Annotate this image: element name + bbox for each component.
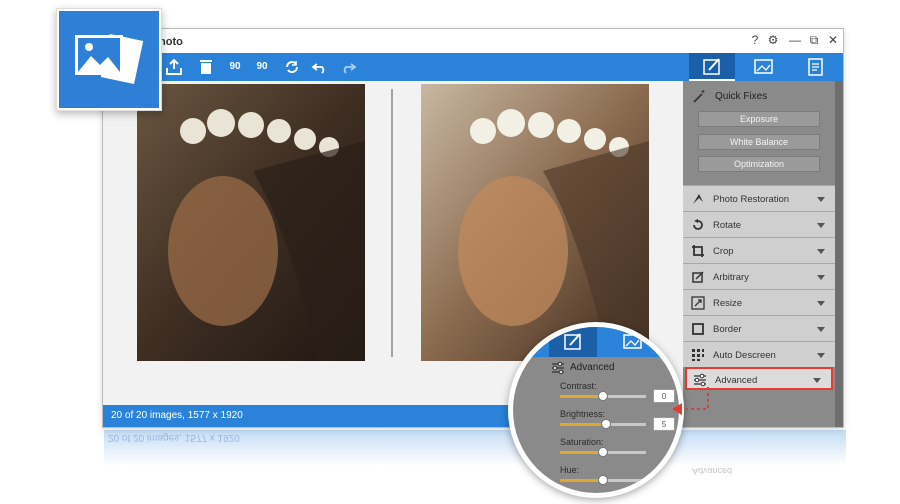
section-arbitrary[interactable]: Arbitrary [683,263,835,289]
brightness-slider-fill [560,423,606,426]
exposure-button[interactable]: Exposure [698,111,820,127]
optimization-button[interactable]: Optimization [698,156,820,172]
saturation-label: Saturation: [560,437,604,447]
magnifier-tab-edit[interactable] [549,327,597,357]
chevron-down-icon [817,275,825,280]
restore-button[interactable]: ⧉ [806,33,822,48]
rotate-left-90-button[interactable]: 90 [223,58,247,76]
title-bar: hoto ? ⚙ — ⧉ ✕ [103,29,843,53]
tab-edit[interactable] [689,53,735,81]
reflection-status-text: 20 of 20 images, 1577 x 1920 [108,432,240,443]
sync-icon[interactable] [281,56,303,78]
border-icon [691,322,705,336]
close-button[interactable]: ✕ [825,33,841,47]
settings-gear-icon[interactable]: ⚙ [765,33,781,47]
app-window: hoto ? ⚙ — ⧉ ✕ 90 90 20 of 20 images, 15… [102,28,844,428]
section-label: Arbitrary [713,272,749,283]
white-balance-button[interactable]: White Balance [698,134,820,150]
hue-label: Hue: [560,465,580,475]
section-label: Resize [713,298,743,309]
section-rotate[interactable]: Rotate [683,211,835,237]
export-icon[interactable] [163,56,185,78]
restoration-icon [691,192,705,206]
brightness-slider-handle[interactable] [600,419,611,429]
magic-wand-icon [691,89,707,110]
section-label: Advanced [715,375,758,386]
magnifier-tab-bar [513,327,679,357]
original-photo [137,84,365,361]
section-crop[interactable]: Crop [683,237,835,263]
chevron-down-icon [813,378,821,383]
brightness-slider[interactable] [560,419,646,429]
processed-photo [421,84,649,361]
minimize-button[interactable]: — [787,33,803,47]
quick-fixes-title: Quick Fixes [715,91,768,102]
delete-icon[interactable] [195,56,217,78]
reflection-panel-text: Advanced [692,466,733,476]
window-title: hoto [159,36,183,48]
section-label: Rotate [713,220,741,231]
brightness-label: Brightness: [560,409,606,419]
tab-enhance[interactable] [741,53,787,81]
sliders-icon [551,361,565,380]
section-label: Auto Descreen [713,350,776,361]
saturation-slider-fill [560,451,603,454]
hue-slider-handle[interactable] [598,475,608,485]
redo-icon[interactable] [337,56,359,78]
callout-arrow [672,387,709,415]
chevron-down-icon [817,223,825,228]
chevron-down-icon [817,197,825,202]
chevron-down-icon [817,301,825,306]
contrast-label: Contrast: [560,381,597,391]
magnifier-tab-enhance[interactable] [609,327,657,357]
descreen-icon [691,348,705,362]
arbitrary-icon [691,270,705,284]
magnifier-zoom: Advanced Contrast: 0 Brightness: 5 Satur… [508,322,684,498]
contrast-slider[interactable] [560,391,646,401]
hue-slider-fill [560,479,603,482]
chevron-down-icon [817,249,825,254]
side-panel-scrollbar[interactable] [835,81,843,427]
contrast-slider-fill [560,395,603,398]
rotate-left-label: 90 [229,61,241,72]
crop-icon [691,244,705,258]
rotate-right-label: 90 [256,61,268,72]
saturation-slider[interactable] [560,447,646,457]
section-resize[interactable]: Resize [683,289,835,315]
section-label: Photo Restoration [713,194,790,205]
saturation-slider-handle[interactable] [598,447,608,457]
app-logo-icon [56,8,162,111]
side-panel: Quick Fixes Exposure White Balance Optim… [683,81,835,427]
section-label: Crop [713,246,734,257]
section-photo-restoration[interactable]: Photo Restoration [683,185,835,211]
status-text: 20 of 20 images, 1577 x 1920 [111,410,243,421]
rotate-icon [691,218,705,232]
chevron-down-icon [817,353,825,358]
chevron-down-icon [817,327,825,332]
tab-list[interactable] [793,53,839,81]
magnifier-title: Advanced [570,362,615,373]
resize-icon [691,296,705,310]
hue-slider[interactable] [560,475,646,485]
help-icon[interactable]: ? [747,33,763,47]
undo-icon[interactable] [309,56,331,78]
section-label: Border [713,324,742,335]
rotate-right-90-button[interactable]: 90 [250,58,274,76]
section-auto-descreen[interactable]: Auto Descreen [683,341,835,367]
contrast-slider-handle[interactable] [598,391,608,401]
section-border[interactable]: Border [683,315,835,341]
